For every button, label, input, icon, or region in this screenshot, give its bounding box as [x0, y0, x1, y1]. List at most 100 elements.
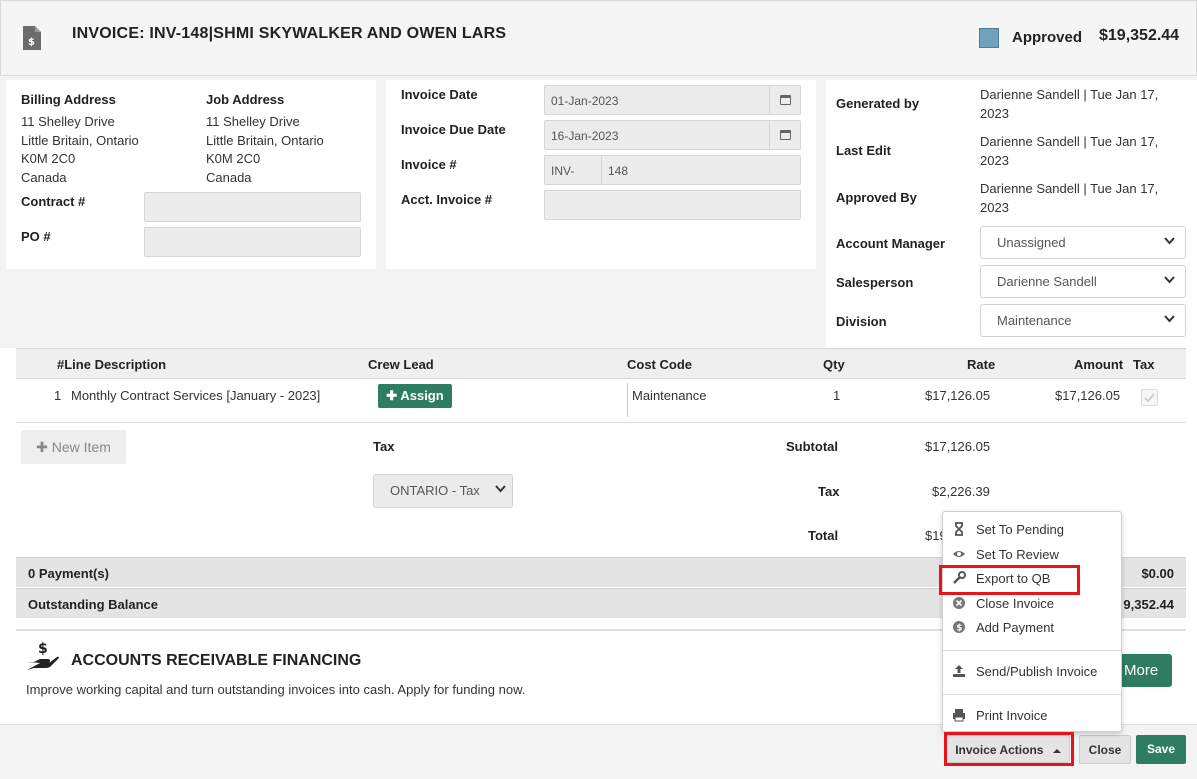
subtotal-value: $17,126.05 [925, 439, 991, 454]
approved-by-value: Darienne Sandell | Tue Jan 17, 2023 [980, 180, 1158, 217]
row-tax-checkbox[interactable] [1141, 389, 1158, 406]
generated-by-line: Darienne Sandell | Tue Jan 17, [980, 87, 1159, 102]
po-field[interactable] [144, 227, 361, 257]
approved-by-line: 2023 [980, 199, 1009, 215]
billing-line: 11 Shelley Drive [21, 114, 115, 129]
invoice-date-value: 01-Jan-2023 [551, 94, 619, 108]
last-edit-value: Darienne Sandell | Tue Jan 17, 2023 [980, 133, 1158, 170]
invoice-number-field[interactable]: INV- 148 [544, 155, 801, 185]
eye-icon [953, 551, 965, 557]
tax-amount-label: Tax [818, 484, 840, 499]
field-divider [769, 86, 770, 114]
close-button[interactable]: Close [1079, 735, 1131, 764]
save-button[interactable]: Save [1136, 735, 1186, 764]
row-number: 1 [54, 388, 62, 403]
row-rate: $17,126.05 [925, 388, 991, 403]
division-label: Division [836, 314, 887, 329]
ar-financing-title: ACCOUNTS RECEIVABLE FINANCING [71, 652, 362, 669]
col-line-description: #Line Description [57, 357, 167, 372]
col-crew-lead: Crew Lead [368, 357, 434, 372]
due-date-value: 16-Jan-2023 [551, 129, 619, 143]
payments-amount: $0.00 [1141, 566, 1174, 581]
table-row[interactable]: 1 Monthly Contract Services [January - 2… [16, 379, 1186, 423]
column-divider [627, 383, 628, 417]
menu-item-set-to-review[interactable]: Set To Review [943, 544, 1121, 566]
due-date-label: Invoice Due Date [401, 122, 506, 137]
billing-address-label: Billing Address [21, 92, 116, 107]
generated-by-label: Generated by [836, 96, 920, 111]
chevron-down-icon [1164, 276, 1175, 284]
menu-divider [943, 650, 1121, 651]
outstanding-label: Outstanding Balance [28, 597, 159, 612]
menu-item-label: Set To Pending [976, 522, 1064, 537]
plus-icon: ✚ [386, 388, 398, 403]
acct-invoice-field[interactable] [544, 190, 801, 220]
col-qty: Qty [823, 357, 845, 372]
field-divider [601, 156, 602, 184]
tax-select[interactable]: ONTARIO - Tax [373, 474, 513, 508]
invoice-header: $ INVOICE: INV-148|SHMI SKYWALKER AND OW… [0, 0, 1197, 76]
invoice-date-label: Invoice Date [401, 87, 478, 102]
menu-divider [943, 694, 1121, 695]
billing-line: Canada [21, 169, 67, 185]
billing-line: Little Britain, Ontario [21, 132, 139, 148]
subtotal-label: Subtotal [786, 439, 838, 454]
svg-text:$: $ [28, 37, 35, 48]
tax-select-value: ONTARIO - Tax [390, 483, 480, 498]
acct-invoice-label: Acct. Invoice # [401, 192, 493, 207]
generated-by-line: 2023 [980, 105, 1009, 121]
job-address-label: Job Address [206, 92, 285, 107]
job-line: 11 Shelley Drive [206, 114, 300, 129]
row-amount: $17,126.05 [1055, 388, 1121, 403]
division-select[interactable]: Maintenance [980, 304, 1186, 337]
calendar-icon[interactable] [780, 130, 791, 140]
col-amount: Amount [1074, 357, 1124, 372]
job-line: Canada [206, 169, 252, 185]
job-line: K0M 2C0 [206, 151, 261, 166]
line-items-header: #Line Description Crew Lead Cost Code Qt… [16, 348, 1186, 379]
menu-item-label: Print Invoice [976, 708, 1048, 723]
menu-item-add-payment[interactable]: $ Add Payment [943, 617, 1121, 639]
page-title: INVOICE: INV-148|SHMI SKYWALKER AND OWEN… [72, 25, 507, 42]
more-button[interactable]: More [1122, 654, 1172, 687]
plus-icon: ✚ [36, 439, 48, 455]
billing-line: K0M 2C0 [21, 151, 76, 166]
menu-item-label: Close Invoice [976, 596, 1055, 611]
svg-text:$: $ [956, 624, 962, 634]
new-item-button[interactable]: ✚ New Item [21, 430, 126, 464]
new-item-label: New Item [51, 439, 111, 455]
menu-item-close-invoice[interactable]: Close Invoice [943, 593, 1121, 615]
status-badge: Approved [1012, 29, 1083, 46]
invoice-date-field[interactable]: 01-Jan-2023 [544, 85, 801, 115]
last-edit-line: Darienne Sandell | Tue Jan 17, [980, 134, 1159, 149]
row-cost-code: Maintenance [632, 388, 707, 403]
menu-item-set-to-pending[interactable]: Set To Pending [943, 519, 1121, 541]
row-qty: 1 [833, 388, 841, 403]
col-cost-code: Cost Code [627, 357, 692, 372]
outstanding-amount: 9,352.44 [1123, 597, 1174, 612]
salesperson-select[interactable]: Darienne Sandell [980, 265, 1186, 298]
menu-item-print-invoice[interactable]: Print Invoice [943, 705, 1121, 727]
account-manager-value: Unassigned [997, 235, 1066, 250]
dollar-circle-icon: $ [953, 621, 965, 634]
generated-by-value: Darienne Sandell | Tue Jan 17, 2023 [980, 86, 1158, 123]
highlight-invoice-actions [944, 732, 1074, 766]
menu-item-send-publish[interactable]: Send/Publish Invoice [943, 661, 1121, 683]
menu-item-label: Add Payment [976, 620, 1055, 635]
contract-label: Contract # [21, 194, 86, 209]
job-line: Little Britain, Ontario [206, 132, 324, 148]
contract-field[interactable] [144, 192, 361, 222]
svg-text:$: $ [38, 641, 48, 657]
row-description[interactable]: Monthly Contract Services [January - 202… [71, 388, 320, 403]
po-label: PO # [21, 229, 51, 244]
tax-section-label: Tax [373, 439, 395, 454]
calendar-icon[interactable] [780, 95, 791, 105]
col-tax: Tax [1133, 357, 1155, 372]
assign-crew-lead-button[interactable]: ✚ Assign [378, 384, 452, 408]
invoice-total: $19,352.44 [1099, 27, 1180, 44]
invoice-number-label: Invoice # [401, 157, 457, 172]
highlight-export-to-qb [939, 565, 1080, 595]
due-date-field[interactable]: 16-Jan-2023 [544, 120, 801, 150]
account-manager-select[interactable]: Unassigned [980, 226, 1186, 259]
salesperson-value: Darienne Sandell [997, 274, 1097, 289]
